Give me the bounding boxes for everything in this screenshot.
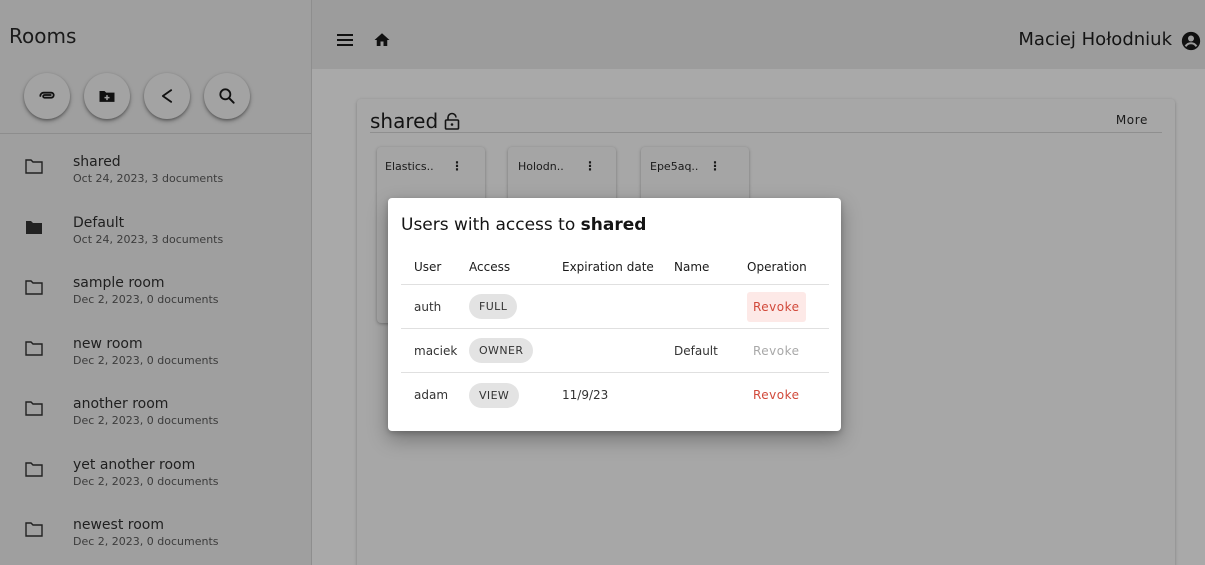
folder-outline-icon (25, 280, 43, 295)
folder-plus-icon (99, 91, 115, 102)
more-vert-icon[interactable]: ⋮ (709, 159, 721, 173)
folder-outline-icon (25, 159, 43, 174)
document-title: Epe5aq.. (650, 160, 699, 173)
lock-icon (444, 112, 460, 130)
document-title: Elastics.. (385, 160, 434, 173)
revoke-button[interactable]: Revoke (747, 291, 806, 322)
row-name: Default (674, 343, 718, 358)
room-meta: Oct 24, 2023, 3 documents (73, 172, 224, 185)
room-title: shared (370, 109, 460, 133)
folder-outline-icon (25, 401, 43, 416)
share-icon (161, 89, 173, 103)
home-icon[interactable] (373, 31, 391, 49)
share-button[interactable] (144, 73, 190, 119)
paperclip-icon (39, 91, 55, 99)
top-bar: Maciej Hołodniuk (312, 0, 1205, 69)
room-list: shared Oct 24, 2023, 3 documents Default O… (0, 148, 312, 565)
more-button[interactable]: More (1116, 113, 1148, 127)
room-item-yet-another-room[interactable]: yet another room Dec 2, 2023, 0 documents (0, 451, 312, 512)
room-meta: Dec 2, 2023, 0 documents (73, 414, 219, 427)
room-name: yet another room (73, 456, 196, 473)
more-vert-icon[interactable]: ⋮ (584, 159, 596, 173)
access-chip: VIEW (469, 382, 520, 408)
room-item-default[interactable]: Default Oct 24, 2023, 3 documents (0, 209, 312, 270)
dialog-title-room: shared (580, 215, 647, 235)
room-item-shared[interactable]: shared Oct 24, 2023, 3 documents (0, 148, 312, 209)
room-name: Default (73, 214, 125, 231)
room-meta: Dec 2, 2023, 0 documents (73, 293, 219, 306)
room-meta: Dec 2, 2023, 0 documents (73, 474, 219, 488)
column-name: Name (674, 260, 710, 274)
column-access: Access (469, 260, 511, 274)
room-title-text: shared (370, 109, 439, 133)
access-table: User Access Expiration date Name Operati… (401, 250, 829, 417)
room-item-sample-room[interactable]: sample room Dec 2, 2023, 0 documents (0, 269, 312, 330)
document-title: Holodn.. (518, 160, 564, 173)
table-row: adam VIEW 11/9/23 Revoke (401, 373, 829, 417)
user-name[interactable]: Maciej Hołodniuk (1018, 29, 1172, 50)
new-folder-button[interactable] (84, 73, 130, 119)
room-name: sample room (73, 275, 165, 291)
account-icon[interactable] (1181, 31, 1201, 51)
sidebar-title: Rooms (9, 24, 77, 48)
column-user: User (414, 260, 442, 274)
access-chip: FULL (469, 294, 518, 319)
row-user: auth (414, 299, 442, 314)
room-meta: Dec 2, 2023, 0 documents (73, 535, 219, 548)
room-name: new room (73, 335, 143, 352)
sidebar: Rooms shared Oct 24, 2023, 3 documents De… (0, 0, 312, 565)
folder-filled-icon (26, 220, 42, 234)
folder-outline-icon (25, 340, 43, 356)
more-vert-icon[interactable]: ⋮ (451, 159, 463, 173)
column-expiration: Expiration date (562, 260, 654, 274)
room-name: newest room (73, 517, 164, 533)
access-chip: OWNER (469, 338, 534, 363)
table-row: auth FULL Revoke (401, 285, 829, 329)
sidebar-actions (24, 73, 250, 119)
dialog-title-prefix: Users with access to (401, 215, 581, 235)
card-divider (370, 132, 1162, 133)
dialog-title: Users with access to shared (401, 215, 646, 235)
row-user: maciek (414, 343, 458, 358)
search-button[interactable] (204, 73, 250, 119)
attach-button[interactable] (24, 73, 70, 119)
table-header: User Access Expiration date Name Operati… (401, 250, 829, 285)
room-item-newest-room[interactable]: newest room Dec 2, 2023, 0 documents (0, 511, 312, 565)
revoke-button[interactable]: Revoke (747, 336, 806, 366)
column-operation: Operation (747, 260, 807, 274)
revoke-button[interactable]: Revoke (747, 380, 806, 410)
table-row: maciek OWNER Default Revoke (401, 329, 829, 373)
access-dialog: Users with access to shared User Access … (388, 198, 841, 431)
row-user: adam (414, 388, 449, 402)
menu-icon[interactable] (337, 33, 353, 47)
sidebar-divider (0, 133, 312, 134)
room-name: another room (73, 396, 169, 412)
room-item-new-room[interactable]: new room Dec 2, 2023, 0 documents (0, 330, 312, 391)
folder-outline-icon (25, 461, 43, 477)
folder-outline-icon (25, 522, 43, 537)
search-icon (219, 88, 235, 104)
room-meta: Dec 2, 2023, 0 documents (73, 353, 219, 367)
room-name: shared (73, 154, 121, 170)
room-meta: Oct 24, 2023, 3 documents (73, 232, 224, 246)
row-expiration: 11/9/23 (562, 388, 609, 402)
room-item-another-room[interactable]: another room Dec 2, 2023, 0 documents (0, 390, 312, 451)
